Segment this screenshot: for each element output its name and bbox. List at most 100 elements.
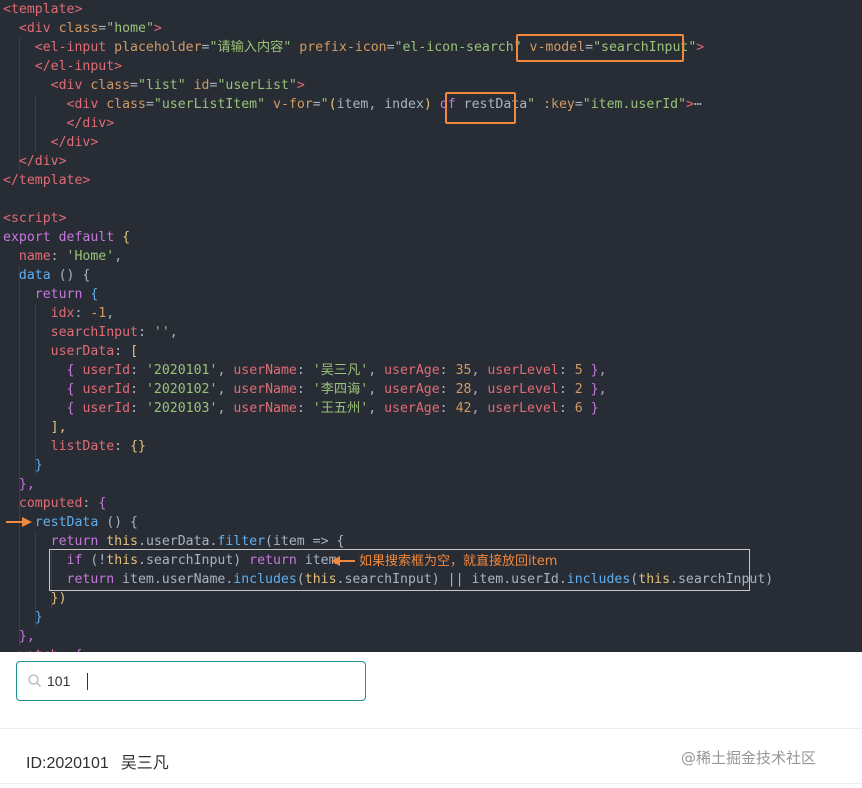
code-token: "home" xyxy=(106,21,154,36)
code-line-26: }, xyxy=(3,475,35,494)
code-token: <script> xyxy=(3,211,67,226)
code-line-13: export default { xyxy=(3,228,130,247)
code-token: } xyxy=(34,610,43,625)
code-token: '李四诲' xyxy=(312,382,369,397)
code-token: "el-icon-search" xyxy=(394,40,522,55)
code-line-22: { userId: '2020103', userName: '王五州', us… xyxy=(66,401,599,416)
fold-ellipsis[interactable]: ⋯ xyxy=(694,97,702,112)
code-token: .userData. xyxy=(138,534,218,549)
code-token: userLevel xyxy=(487,382,559,397)
code-token: restData xyxy=(34,515,99,530)
code-token: > xyxy=(686,97,694,112)
code-token: userData xyxy=(50,344,115,359)
code-token: filter xyxy=(217,534,266,549)
code-token: item xyxy=(336,97,369,112)
list-item: ID:2020101 吴三凡 xyxy=(26,749,169,773)
code-token: return xyxy=(34,287,83,302)
code-line-33: } xyxy=(3,608,43,627)
code-line-16: return { xyxy=(3,285,99,304)
code-token: index xyxy=(384,97,424,112)
code-token: '王五州' xyxy=(312,401,369,416)
code-token: <div xyxy=(50,78,91,93)
code-token: class xyxy=(106,97,146,112)
code-token: </div> xyxy=(18,154,67,169)
preview-panel: ID:2020101 吴三凡 @稀土掘金技术社区 xyxy=(0,652,862,788)
code-token: idx xyxy=(50,306,75,321)
code-line-18: searchInput: '', xyxy=(50,325,178,340)
code-token: > xyxy=(696,40,705,55)
code-token: export xyxy=(3,230,51,245)
search-input[interactable] xyxy=(47,662,347,700)
code-token: 'Home' xyxy=(66,249,115,264)
user-name-label: 吴三凡 xyxy=(120,755,169,772)
code-token: userId xyxy=(82,401,131,416)
code-token: '2020103' xyxy=(145,401,218,416)
code-token: "item.userId" xyxy=(582,97,687,112)
code-token: }, xyxy=(18,477,35,492)
highlight-box-restdata xyxy=(445,92,516,124)
code-token: placeholder xyxy=(114,40,202,55)
code-line-20: { userId: '2020101', userName: '吴三凡', us… xyxy=(66,363,607,378)
code-token: listDate xyxy=(50,439,115,454)
code-token: '2020101' xyxy=(145,363,218,378)
code-token: 2 xyxy=(574,382,583,397)
code-token: <div xyxy=(18,21,59,36)
code-token: data xyxy=(18,268,51,283)
code-token: default xyxy=(58,230,115,245)
code-token: 5 xyxy=(574,363,583,378)
code-line-8: </div> xyxy=(3,133,99,152)
code-line-5: <div class="list" id="userList"> xyxy=(50,78,305,93)
code-line-12: <script> xyxy=(3,209,67,228)
user-id-label: ID:2020101 xyxy=(26,755,109,772)
code-token: "list" xyxy=(138,78,186,93)
code-line-9: </div> xyxy=(3,152,67,171)
code-line-17: idx: -1, xyxy=(50,306,115,321)
code-line-23: ], xyxy=(3,418,67,437)
code-line-7: </div> xyxy=(3,114,115,133)
code-token: ], xyxy=(50,420,67,435)
code-token: userLevel xyxy=(487,363,559,378)
code-token: </template> xyxy=(3,173,91,188)
code-token: </el-input> xyxy=(34,59,123,74)
code-line-10: </template> xyxy=(3,171,90,190)
code-editor[interactable]: <template> <div class="home"> <el-input … xyxy=(0,0,862,652)
code-line-21: { userId: '2020102', userName: '李四诲', us… xyxy=(66,382,607,397)
code-line-24: listDate: {} xyxy=(50,439,146,454)
code-token: > xyxy=(296,78,305,93)
code-line-27: computed: { xyxy=(18,496,107,511)
code-token: 6 xyxy=(574,401,583,416)
code-token: '2020102' xyxy=(145,382,218,397)
code-token: '' xyxy=(153,325,170,340)
code-line-2: <div class="home"> xyxy=(3,19,162,38)
code-token: computed xyxy=(18,496,83,511)
code-token: prefix-icon xyxy=(299,40,387,55)
text-caret xyxy=(87,673,88,690)
code-token: > xyxy=(153,21,162,36)
code-token: userLevel xyxy=(487,401,559,416)
arrow-left-icon xyxy=(331,556,355,566)
code-token: return xyxy=(50,534,99,549)
code-token: " xyxy=(527,97,536,112)
code-token: name xyxy=(18,249,51,264)
code-token: (item => { xyxy=(265,534,345,549)
code-token: ) xyxy=(423,97,432,112)
code-token: } xyxy=(34,458,43,473)
code-token: "userListItem" xyxy=(153,97,266,112)
code-token: 35 xyxy=(455,363,472,378)
code-token: id xyxy=(193,78,210,93)
code-token: <div xyxy=(66,97,107,112)
code-line-1: <template> xyxy=(3,0,82,19)
code-token: }, xyxy=(18,629,35,644)
code-token: </div> xyxy=(50,135,99,150)
code-token: class xyxy=(90,78,131,93)
search-box[interactable] xyxy=(16,661,366,701)
code-line-34: }, xyxy=(3,627,35,646)
code-line-4: </el-input> xyxy=(3,57,122,76)
code-token: , xyxy=(368,97,385,112)
code-token: this xyxy=(106,534,138,549)
code-token: userAge xyxy=(384,363,440,378)
code-token: userAge xyxy=(384,401,440,416)
arrow-right-icon xyxy=(6,517,32,527)
code-token: { xyxy=(90,287,99,302)
code-line-15: data () { xyxy=(3,266,90,285)
